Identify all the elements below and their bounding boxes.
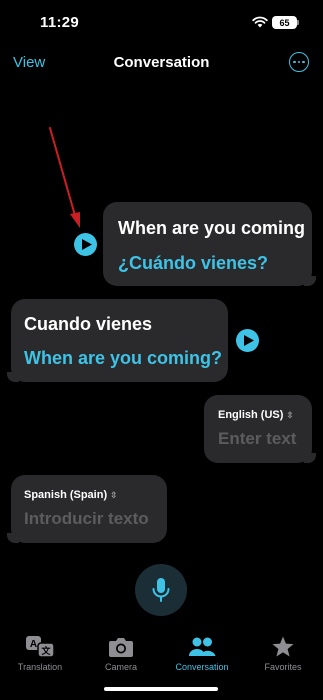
message-translation-text: When are you coming?	[24, 348, 223, 368]
play-translation-button[interactable]	[236, 329, 259, 352]
svg-text:A: A	[30, 639, 37, 650]
tab-label: Camera	[104, 662, 137, 672]
microphone-button[interactable]	[135, 564, 187, 616]
battery-level: 65	[279, 17, 290, 28]
view-button[interactable]: View	[13, 54, 45, 71]
page-title: Conversation	[113, 54, 210, 71]
more-options-button[interactable]	[289, 52, 309, 72]
translation-icon: A 文	[26, 636, 55, 658]
tab-translation[interactable]: A 文 Translation	[0, 635, 80, 672]
dot-icon	[302, 60, 305, 64]
bubble-tail	[7, 372, 19, 382]
dot-icon	[297, 60, 301, 64]
tab-label: Conversation	[175, 662, 229, 672]
language-selector-spanish[interactable]: Spanish (Spain) ⇳	[24, 489, 118, 501]
tab-label: Favorites	[264, 662, 302, 672]
status-time: 11:29	[40, 14, 80, 31]
microphone-icon	[152, 578, 170, 602]
language-name: Spanish (Spain)	[24, 489, 108, 501]
chevron-updown-icon: ⇳	[286, 410, 294, 420]
tab-conversation[interactable]: Conversation	[162, 635, 242, 672]
english-text-input[interactable]: Enter text	[218, 429, 296, 449]
message-original-text: When are you coming	[118, 218, 306, 238]
svg-text:文: 文	[40, 645, 51, 657]
wifi-icon	[252, 16, 268, 28]
play-translation-button[interactable]	[74, 233, 97, 256]
status-bar: 11:29 65	[0, 0, 323, 46]
home-indicator[interactable]	[104, 687, 218, 691]
chevron-updown-icon: ⇳	[110, 490, 118, 500]
bubble-tail	[304, 453, 316, 463]
play-icon	[243, 335, 254, 346]
camera-icon	[109, 638, 133, 657]
language-selector-english[interactable]: English (US) ⇳	[218, 409, 294, 421]
star-icon	[272, 636, 294, 657]
spanish-text-input[interactable]: Introducir texto	[24, 509, 149, 529]
people-icon	[189, 637, 216, 656]
message-translation-text: ¿Cuándo vienes?	[118, 253, 269, 273]
language-name: English (US)	[218, 409, 284, 421]
play-icon	[81, 239, 92, 250]
bubble-tail	[7, 533, 19, 543]
battery-tip	[297, 20, 299, 25]
battery-indicator: 65	[272, 16, 297, 29]
message-bubble-incoming[interactable]	[11, 299, 228, 382]
bubble-tail	[304, 276, 316, 286]
tab-label: Translation	[17, 662, 63, 672]
dot-icon	[293, 60, 296, 64]
tab-favorites[interactable]: Favorites	[243, 635, 323, 672]
message-original-text: Cuando vienes	[24, 314, 153, 334]
tab-camera[interactable]: Camera	[81, 635, 161, 672]
